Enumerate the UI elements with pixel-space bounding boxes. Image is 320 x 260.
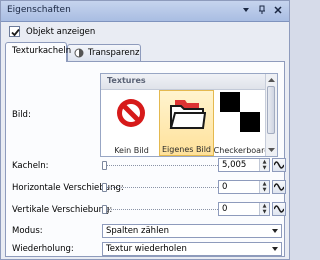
folder-icon — [169, 100, 206, 129]
scroll-down-icon[interactable] — [267, 146, 276, 154]
tab-transparenz[interactable]: Transparenz — [67, 44, 141, 61]
close-icon[interactable] — [273, 4, 283, 16]
gallery-item-label: Checkerboard — [213, 146, 270, 155]
show-object-label: Objekt anzeigen — [26, 26, 96, 37]
panel-titlebar: Eigenschaften — [1, 1, 289, 22]
tiles-stepper[interactable]: ▲ ▼ — [259, 159, 269, 171]
horizontal-offset-value: 0 — [222, 182, 228, 192]
step-down-icon[interactable]: ▼ — [260, 209, 269, 215]
no-image-icon — [117, 99, 145, 127]
horizontal-offset-input[interactable]: 0 ▲ ▼ — [218, 180, 270, 194]
scrollbar-thumb[interactable] — [267, 86, 275, 134]
gallery-header-label: Textures — [107, 76, 146, 85]
tiles-input[interactable]: 5,005 ▲ ▼ — [218, 158, 270, 172]
horizontal-offset-animate-button[interactable] — [272, 180, 286, 194]
tiles-value: 5,005 — [222, 160, 247, 170]
tiles-animate-button[interactable] — [272, 158, 286, 172]
scroll-up-icon[interactable] — [267, 76, 276, 84]
vertical-offset-value: 0 — [222, 204, 228, 214]
slider-knob[interactable] — [102, 183, 107, 192]
wave-icon — [274, 183, 284, 191]
gallery-item-checkerboard[interactable]: Checkerboard — [214, 90, 269, 156]
tiles-label: Kacheln: — [12, 161, 49, 171]
repeat-select[interactable]: Textur wiederholen — [102, 242, 282, 256]
mode-select[interactable]: Spalten zählen — [102, 224, 282, 238]
gallery-item-own-image[interactable]: Eigenes Bild — [159, 90, 214, 156]
horizontal-offset-stepper[interactable]: ▲ ▼ — [259, 181, 269, 193]
mode-value: Spalten zählen — [106, 226, 170, 236]
vertical-offset-animate-button[interactable] — [272, 202, 286, 216]
tab-label: Texturkacheln — [12, 46, 72, 56]
tab-content: Bild: Textures Kein Bild Eigenes Bild Ch… — [5, 61, 286, 257]
transparency-icon — [74, 48, 84, 61]
properties-panel: Eigenschaften Objekt anzeigen Texturkach… — [0, 0, 290, 260]
chevron-down-icon — [272, 247, 278, 251]
vertical-offset-stepper[interactable]: ▲ ▼ — [259, 203, 269, 215]
gallery-item-no-image[interactable]: Kein Bild — [104, 90, 159, 156]
vertical-offset-label: Vertikale Verschiebung: — [12, 205, 113, 215]
slider-knob[interactable] — [102, 161, 107, 170]
gallery-scrollbar[interactable] — [265, 74, 277, 156]
tab-texturkacheln[interactable]: Texturkacheln — [5, 42, 71, 62]
checkmark-icon — [11, 28, 20, 37]
show-object-checkbox[interactable] — [9, 26, 20, 37]
gallery-header: Textures — [101, 74, 267, 90]
dropdown-icon[interactable] — [241, 4, 251, 16]
show-object-row[interactable]: Objekt anzeigen — [9, 26, 95, 37]
chevron-down-icon — [272, 229, 278, 233]
tab-label: Transparenz — [88, 48, 140, 58]
step-down-icon[interactable]: ▼ — [260, 165, 269, 171]
mode-label: Modus: — [12, 226, 43, 236]
wave-icon — [274, 161, 284, 169]
step-down-icon[interactable]: ▼ — [260, 187, 269, 193]
vertical-offset-input[interactable]: 0 ▲ ▼ — [218, 202, 270, 216]
checkerboard-icon — [220, 92, 260, 132]
gallery-item-label: Kein Bild — [114, 146, 149, 155]
panel-title: Eigenschaften — [7, 5, 71, 15]
gallery-item-label: Eigenes Bild — [162, 145, 211, 154]
image-label: Bild: — [12, 110, 31, 120]
pin-icon[interactable] — [257, 4, 267, 16]
repeat-value: Textur wiederholen — [106, 244, 187, 254]
slider-knob[interactable] — [102, 205, 107, 214]
repeat-label: Wiederholung: — [12, 244, 74, 254]
wave-icon — [274, 205, 284, 213]
texture-gallery[interactable]: Textures Kein Bild Eigenes Bild Checkerb… — [100, 73, 278, 157]
